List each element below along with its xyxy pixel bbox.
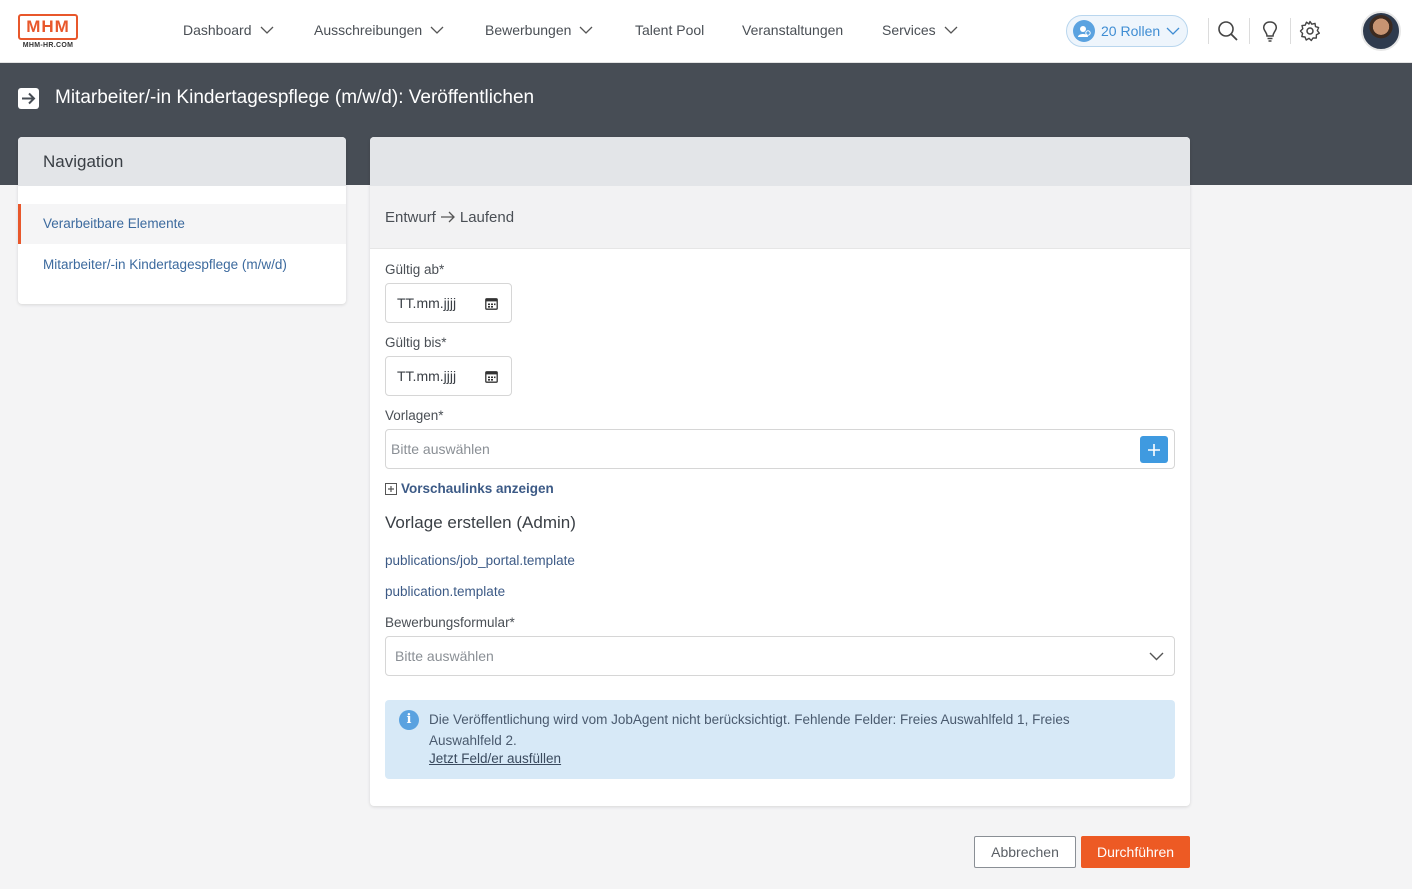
status-from: Entwurf — [385, 208, 436, 226]
sidebar-item-job-posting[interactable]: Mitarbeiter/-in Kindertagespflege (m/w/d… — [18, 245, 346, 285]
templates-placeholder: Bitte auswählen — [391, 441, 490, 457]
publish-form-card: Entwurf Laufend Gültig ab* TT.mm.jjjj Gü… — [370, 137, 1190, 806]
template-link-job-portal[interactable]: publications/job_portal.template — [385, 553, 575, 568]
sidebar-item-verarbeitbare-elemente[interactable]: Verarbeitbare Elemente — [18, 204, 346, 244]
form-card-header — [370, 137, 1190, 186]
chevron-down-icon — [1166, 27, 1180, 35]
info-alert: i Die Veröffentlichung wird vom JobAgent… — [385, 700, 1175, 779]
nav-item-label: Veranstaltungen — [742, 22, 844, 38]
valid-from-date-input[interactable]: TT.mm.jjjj — [385, 283, 512, 323]
roles-label: 20 Rollen — [1101, 23, 1161, 39]
expand-icon — [385, 482, 397, 495]
chevron-down-icon — [579, 26, 593, 34]
plus-icon — [1148, 443, 1160, 456]
search-icon[interactable] — [1217, 20, 1239, 42]
page-title: Mitarbeiter/-in Kindertagespflege (m/w/d… — [55, 87, 535, 108]
logo-subtext: MHM-HR.COM — [22, 42, 74, 49]
nav-divider — [1208, 18, 1209, 44]
application-form-placeholder: Bitte auswählen — [395, 648, 494, 664]
status-transition: Entwurf Laufend — [370, 186, 1190, 249]
logo-text: MHM — [18, 14, 78, 40]
valid-to-label: Gültig bis* — [385, 335, 447, 350]
info-message: Die Veröffentlichung wird vom JobAgent n… — [429, 712, 1070, 748]
nav-item-label: Dashboard — [183, 22, 252, 38]
roles-button[interactable]: 20 Rollen — [1066, 15, 1188, 47]
chevron-down-icon — [1149, 652, 1164, 661]
nav-item-label: Ausschreibungen — [314, 22, 423, 38]
chevron-down-icon — [944, 26, 958, 34]
preview-links-label: Vorschaulinks anzeigen — [401, 481, 554, 496]
valid-from-label: Gültig ab* — [385, 262, 445, 277]
users-icon — [1073, 20, 1095, 42]
valid-to-value: TT.mm.jjjj — [397, 368, 457, 384]
template-link-publication[interactable]: publication.template — [385, 584, 505, 599]
execute-button[interactable]: Durchführen — [1081, 836, 1190, 868]
company-logo[interactable]: MHM MHM-HR.COM — [18, 14, 78, 50]
gear-icon[interactable] — [1299, 20, 1321, 42]
application-form-label: Bewerbungsformular* — [385, 615, 515, 630]
nav-item-dashboard[interactable]: Dashboard — [183, 22, 274, 38]
nav-divider — [1290, 18, 1291, 44]
create-template-heading: Vorlage erstellen (Admin) — [385, 513, 576, 532]
nav-item-bewerbungen[interactable]: Bewerbungen — [485, 22, 593, 38]
arrow-right-icon — [18, 88, 39, 109]
templates-label: Vorlagen* — [385, 408, 444, 423]
nav-item-label: Bewerbungen — [485, 22, 572, 38]
user-avatar[interactable] — [1361, 11, 1401, 51]
valid-to-date-input[interactable]: TT.mm.jjjj — [385, 356, 512, 396]
nav-item-label: Talent Pool — [635, 22, 705, 38]
nav-item-veranstaltungen[interactable]: Veranstaltungen — [742, 22, 843, 38]
status-to: Laufend — [459, 208, 515, 226]
info-icon: i — [399, 710, 419, 730]
lightbulb-icon[interactable] — [1259, 20, 1281, 42]
add-template-button[interactable] — [1140, 436, 1168, 463]
nav-item-talent-pool[interactable]: Talent Pool — [635, 22, 704, 38]
nav-item-ausschreibungen[interactable]: Ausschreibungen — [314, 22, 444, 38]
templates-select[interactable]: Bitte auswählen — [385, 429, 1175, 469]
nav-item-services[interactable]: Services — [882, 22, 958, 38]
nav-item-label: Services — [882, 22, 936, 38]
nav-divider — [1249, 18, 1250, 44]
top-navbar: MHM MHM-HR.COM Dashboard Ausschreibungen… — [0, 0, 1412, 63]
calendar-icon[interactable] — [485, 370, 498, 383]
chevron-down-icon — [430, 26, 444, 34]
fill-fields-link[interactable]: Jetzt Feld/er ausfüllen — [429, 751, 561, 766]
arrow-right-icon — [440, 211, 455, 223]
show-preview-links-toggle[interactable]: Vorschaulinks anzeigen — [385, 481, 554, 496]
navigation-panel: Navigation Verarbeitbare Elemente Mitarb… — [18, 137, 346, 304]
valid-from-value: TT.mm.jjjj — [397, 295, 457, 311]
navigation-heading: Navigation — [18, 137, 346, 186]
chevron-down-icon — [260, 26, 273, 34]
cancel-button[interactable]: Abbrechen — [974, 836, 1076, 868]
application-form-select[interactable]: Bitte auswählen — [385, 636, 1175, 676]
calendar-icon[interactable] — [485, 297, 498, 310]
